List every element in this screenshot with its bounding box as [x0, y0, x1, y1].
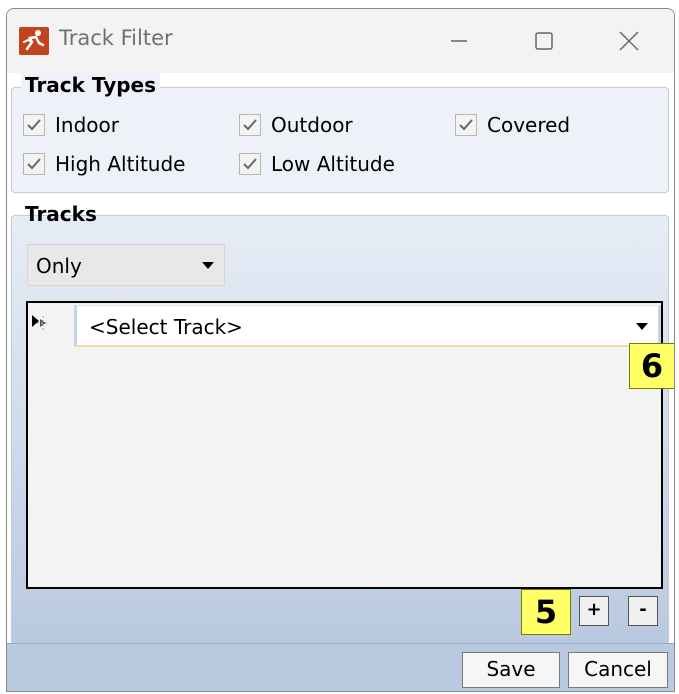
maximize-button[interactable] — [522, 21, 566, 61]
track-types-group — [11, 87, 669, 193]
checkbox-label: High Altitude — [55, 152, 186, 176]
select-track-value: <Select Track> — [89, 315, 243, 339]
track-mode-select[interactable]: Only — [27, 244, 225, 286]
track-types-legend: Track Types — [21, 73, 161, 97]
check-box[interactable] — [23, 153, 45, 175]
checkbox-indoor[interactable]: Indoor — [23, 113, 119, 137]
checkbox-label: Indoor — [55, 113, 119, 137]
track-mode-value: Only — [36, 254, 82, 278]
dropdown-arrow-icon — [636, 323, 648, 330]
callout-badge-5: 5 — [521, 589, 571, 635]
remove-track-button[interactable]: - — [628, 596, 658, 626]
check-box[interactable] — [23, 114, 45, 136]
check-box[interactable] — [239, 153, 261, 175]
checkbox-label: Covered — [487, 113, 571, 137]
close-icon — [619, 31, 639, 51]
track-filter-window: Track Filter Track Types Indoor Outdoor … — [6, 8, 675, 692]
app-runner-icon — [19, 27, 49, 55]
checkbox-label: Outdoor — [271, 113, 353, 137]
title-bar[interactable]: Track Filter — [7, 9, 674, 73]
close-button[interactable] — [607, 21, 651, 61]
minimize-button[interactable] — [437, 21, 481, 61]
maximize-icon — [535, 32, 553, 50]
tracks-legend: Tracks — [25, 202, 97, 226]
window-title: Track Filter — [59, 26, 173, 50]
checkmark-icon — [27, 119, 41, 131]
checkmark-icon — [27, 158, 41, 170]
checkbox-low-altitude[interactable]: Low Altitude — [239, 152, 395, 176]
add-track-button[interactable]: + — [579, 596, 609, 626]
checkmark-icon — [459, 119, 473, 131]
check-box[interactable] — [455, 114, 477, 136]
checkmark-icon — [243, 158, 257, 170]
checkbox-covered[interactable]: Covered — [455, 113, 570, 137]
callout-badge-6: 6 — [629, 343, 674, 389]
checkbox-label: Low Altitude — [271, 152, 395, 176]
checkbox-high-altitude[interactable]: High Altitude — [23, 152, 185, 176]
check-box[interactable] — [239, 114, 261, 136]
checkbox-outdoor[interactable]: Outdoor — [239, 113, 353, 137]
dialog-content: Track Types Indoor Outdoor Covered High … — [7, 73, 674, 691]
select-track-dropdown[interactable]: <Select Track> — [74, 305, 661, 347]
save-button[interactable]: Save — [462, 652, 560, 688]
cancel-button[interactable]: Cancel — [568, 652, 668, 688]
dropdown-arrow-icon — [202, 262, 214, 269]
dialog-footer: Save Cancel — [7, 643, 674, 691]
tracks-grid[interactable]: <Select Track> — [26, 301, 663, 589]
checkmark-icon — [243, 119, 257, 131]
new-row-marker-icon — [32, 315, 49, 330]
minimize-icon — [451, 40, 467, 42]
